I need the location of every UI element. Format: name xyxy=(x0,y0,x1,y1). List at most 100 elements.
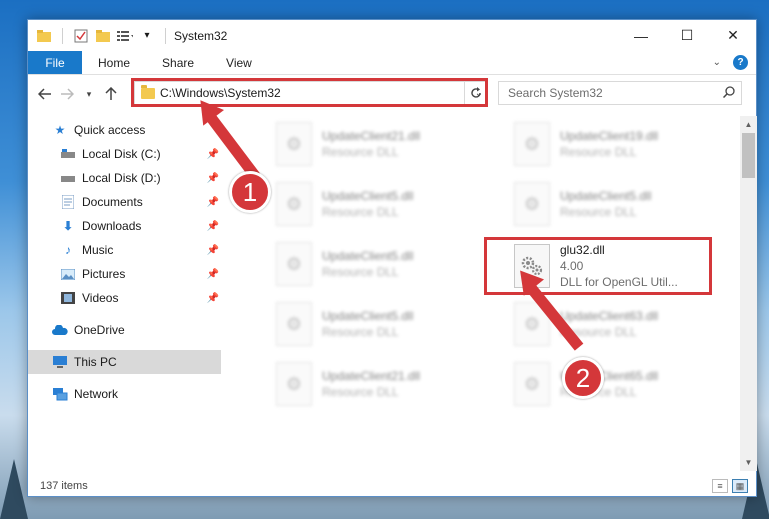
drive-icon xyxy=(60,146,76,162)
search-box[interactable]: Search System32 xyxy=(498,81,742,105)
file-description: Resource DLL xyxy=(322,205,399,219)
pin-icon[interactable]: 📌 xyxy=(207,221,219,232)
list-item[interactable]: ⚙ UpdateClient5.dll Resource DLL xyxy=(276,296,502,352)
sidebar-item-downloads[interactable]: ⬇ Downloads 📌 xyxy=(28,214,221,238)
properties-icon[interactable] xyxy=(73,28,89,44)
explorer-window: ▾ System32 — ☐ ✕ File Home Share View ⌄ … xyxy=(27,19,757,497)
sidebar-item-music[interactable]: ♪ Music 📌 xyxy=(28,238,221,262)
file-description: Resource DLL xyxy=(322,145,399,159)
list-item[interactable]: ⚙ UpdateClient5.dll Resource DLL xyxy=(276,236,502,292)
ribbon-right: ⌄ ? xyxy=(713,51,756,74)
chevron-down-icon[interactable]: ▾ xyxy=(139,28,155,44)
minimize-button[interactable]: — xyxy=(618,20,664,51)
sidebar-item-network[interactable]: Network xyxy=(28,382,221,406)
network-icon xyxy=(52,386,68,402)
folder-icon xyxy=(36,28,52,44)
expand-ribbon-icon[interactable]: ⌄ xyxy=(713,57,721,68)
list-item[interactable]: ⚙ UpdateClient21.dll Resource DLL xyxy=(276,116,502,172)
recent-locations-icon[interactable]: ▾ xyxy=(78,83,100,105)
divider xyxy=(62,27,63,44)
dll-file-icon: ⚙ xyxy=(514,362,550,406)
sidebar-item-this-pc[interactable]: This PC xyxy=(28,350,221,374)
scroll-thumb[interactable] xyxy=(742,133,755,178)
list-item[interactable]: ⚙ UpdateClient65.dllResource DLL xyxy=(514,356,740,412)
forward-arrow-icon[interactable] xyxy=(56,83,78,105)
file-name: UpdateClient5.dll xyxy=(322,189,414,203)
back-arrow-icon[interactable] xyxy=(34,83,56,105)
ribbon-tabs: File Home Share View ⌄ ? xyxy=(28,51,756,75)
new-folder-icon[interactable] xyxy=(95,28,111,44)
title-bar: ▾ System32 — ☐ ✕ xyxy=(28,20,756,51)
music-icon: ♪ xyxy=(65,243,71,257)
sidebar-item-label: OneDrive xyxy=(74,323,125,337)
tab-view[interactable]: View xyxy=(210,51,268,74)
pin-icon[interactable]: 📌 xyxy=(207,197,219,208)
sidebar-item-label: Videos xyxy=(82,291,119,305)
list-item[interactable]: ⚙ UpdateClient19.dll Resource DLL xyxy=(514,116,740,172)
vertical-scrollbar[interactable]: ▲ ▼ xyxy=(740,116,757,471)
sidebar-item-documents[interactable]: Documents 📌 xyxy=(28,190,221,214)
list-item[interactable]: ⚙ UpdateClient21.dll Resource DLL xyxy=(276,356,502,412)
dll-file-icon: ⚙ xyxy=(514,122,550,166)
tab-share[interactable]: Share xyxy=(146,51,210,74)
search-placeholder: Search System32 xyxy=(508,86,603,100)
sidebar-item-onedrive[interactable]: OneDrive xyxy=(28,318,221,342)
documents-icon xyxy=(60,194,76,210)
step-badge-1: 1 xyxy=(229,171,271,213)
sidebar-item-label: This PC xyxy=(74,355,117,369)
file-name: UpdateClient5.dll xyxy=(322,309,414,323)
cloud-icon xyxy=(52,322,68,338)
sidebar-item-label: Pictures xyxy=(82,267,126,281)
tab-file[interactable]: File xyxy=(28,51,82,74)
file-name: UpdateClient19.dll xyxy=(560,129,659,143)
file-description: Resource DLL xyxy=(322,325,399,339)
help-button[interactable]: ? xyxy=(733,55,748,70)
sidebar-item-pictures[interactable]: Pictures 📌 xyxy=(28,262,221,286)
sidebar-item-quick-access[interactable]: ★ Quick access xyxy=(28,118,221,142)
list-item[interactable]: ⚙ UpdateClient5.dll Resource DLL xyxy=(514,176,740,232)
pin-icon[interactable]: 📌 xyxy=(207,245,219,256)
close-button[interactable]: ✕ xyxy=(710,20,756,51)
videos-icon xyxy=(60,290,76,306)
list-item[interactable]: ⚙ UpdateClient5.dll Resource DLL xyxy=(276,176,502,232)
dll-file-icon: ⚙ xyxy=(514,182,550,226)
search-icon[interactable] xyxy=(722,85,735,101)
pin-icon[interactable]: 📌 xyxy=(207,173,219,184)
pin-icon[interactable]: 📌 xyxy=(207,293,219,304)
tree-decoration xyxy=(0,459,28,519)
divider xyxy=(165,27,166,44)
file-name: UpdateClient63.dll xyxy=(560,309,659,323)
file-name: UpdateClient21.dll xyxy=(322,129,421,143)
sidebar-item-local-disk-c[interactable]: Local Disk (C:) 📌 xyxy=(28,142,221,166)
star-icon: ★ xyxy=(54,123,66,137)
customize-toolbar-icon[interactable] xyxy=(117,28,133,44)
status-bar: 137 items ≡ ▦ xyxy=(28,475,756,497)
dll-file-icon: ⚙ xyxy=(276,122,312,166)
download-icon: ⬇ xyxy=(62,219,74,233)
quick-access-toolbar: ▾ xyxy=(28,27,170,44)
sidebar-item-label: Local Disk (D:) xyxy=(82,171,161,185)
tab-home[interactable]: Home xyxy=(82,51,146,74)
view-toggle: ≡ ▦ xyxy=(712,479,756,493)
navigation-bar: ▾ C:\Windows\System32 ⌄ Search System32 xyxy=(28,78,756,107)
pin-icon[interactable]: 📌 xyxy=(207,149,219,160)
file-description: Resource DLL xyxy=(322,385,399,399)
sidebar-item-label: Network xyxy=(74,387,119,401)
dll-file-icon: ⚙ xyxy=(276,242,312,286)
file-name: UpdateClient5.dll xyxy=(322,249,414,263)
tiles-view-icon[interactable]: ▦ xyxy=(732,479,748,493)
sidebar-item-label: Documents xyxy=(82,195,143,209)
sidebar-item-videos[interactable]: Videos 📌 xyxy=(28,286,221,310)
scroll-up-icon[interactable]: ▲ xyxy=(740,116,757,133)
file-name: UpdateClient5.dll xyxy=(560,189,652,203)
dll-file-icon: ⚙ xyxy=(276,182,312,226)
scroll-down-icon[interactable]: ▼ xyxy=(740,454,757,471)
file-name: UpdateClient21.dll xyxy=(322,369,421,383)
pin-icon[interactable]: 📌 xyxy=(207,269,219,280)
file-description: Resource DLL xyxy=(560,145,637,159)
item-count: 137 items xyxy=(40,480,88,492)
maximize-button[interactable]: ☐ xyxy=(664,20,710,51)
up-arrow-icon[interactable] xyxy=(100,83,122,105)
details-view-icon[interactable]: ≡ xyxy=(712,479,728,493)
sidebar-item-local-disk-d[interactable]: Local Disk (D:) 📌 xyxy=(28,166,221,190)
